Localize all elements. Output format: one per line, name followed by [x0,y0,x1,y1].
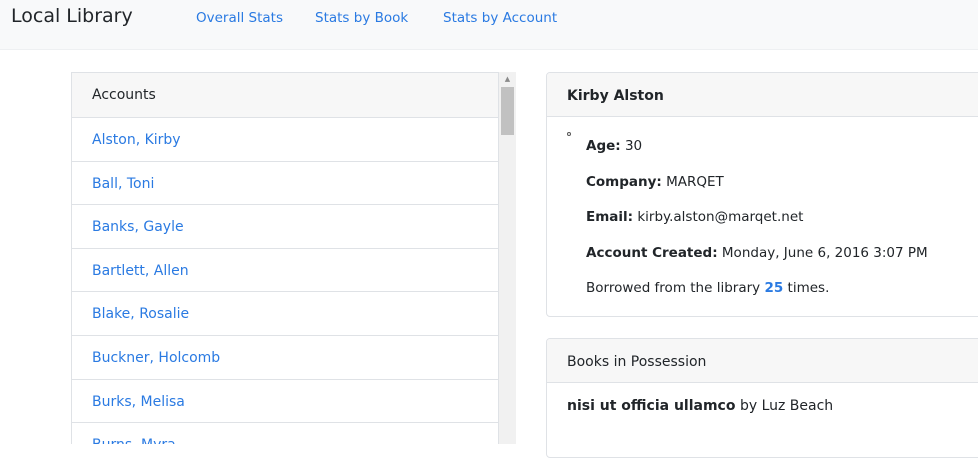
detail-account-created: Account Created: Monday, June 6, 2016 3:… [586,244,928,262]
accounts-header: Accounts [72,73,498,117]
scrollbar-thumb[interactable] [501,87,514,135]
borrowed-suffix: times. [787,280,830,296]
account-detail-card: Kirby Alston Age: 30 Company: MARQET Ema… [546,72,978,317]
age-value: 30 [624,138,643,154]
book-item: nisi ut officia ullamco by Luz Beach [547,383,978,415]
email-label: Email: [586,209,634,225]
account-item-banks-gayle[interactable]: Banks, Gayle [72,204,498,248]
list-bullet-icon [567,132,571,136]
account-item-blake-rosalie[interactable]: Blake, Rosalie [72,291,498,335]
account-item-bartlett-allen[interactable]: Bartlett, Allen [72,247,498,292]
borrowed-prefix: Borrowed from the library [586,280,761,296]
account-item-ball-toni[interactable]: Ball, Toni [72,160,498,205]
nav-overall-stats[interactable]: Overall Stats [196,9,283,27]
nav-stats-by-account[interactable]: Stats by Account [443,9,557,27]
email-value: kirby.alston@marqet.net [637,209,804,225]
books-header: Books in Possession [547,339,978,383]
account-item-burns-myra[interactable]: Burns, Myra [72,422,498,444]
books-in-possession-card: Books in Possession nisi ut officia ulla… [546,338,978,458]
accounts-list: Accounts Alston, Kirby Ball, Toni Banks,… [71,72,499,444]
company-label: Company: [586,174,662,190]
company-value: MARQET [666,174,724,190]
account-created-label: Account Created: [586,245,718,261]
age-label: Age: [586,138,621,154]
accounts-scrollbar[interactable]: ▲ [499,72,516,444]
nav-stats-by-book[interactable]: Stats by Book [315,9,408,27]
book-author: Luz Beach [761,398,834,414]
detail-email: Email: kirby.alston@marqet.net [586,208,803,226]
account-created-value: Monday, June 6, 2016 3:07 PM [721,245,928,261]
detail-age: Age: 30 [586,137,642,155]
account-name-heading: Kirby Alston [547,73,978,117]
brand-title[interactable]: Local Library [11,3,133,29]
book-title: nisi ut officia ullamco [567,398,736,414]
account-item-buckner-holcomb[interactable]: Buckner, Holcomb [72,334,498,379]
account-item-burks-melisa[interactable]: Burks, Melisa [72,378,498,423]
accounts-panel: Accounts Alston, Kirby Ball, Toni Banks,… [71,72,516,444]
borrowed-count: 25 [764,280,784,296]
navbar: Local Library Overall Stats Stats by Boo… [0,0,978,50]
detail-company: Company: MARQET [586,173,724,191]
book-by: by [739,398,758,414]
account-item-alston-kirby[interactable]: Alston, Kirby [72,117,498,161]
scroll-up-arrow-icon[interactable]: ▲ [499,72,516,86]
detail-borrowed: Borrowed from the library 25 times. [586,279,829,297]
